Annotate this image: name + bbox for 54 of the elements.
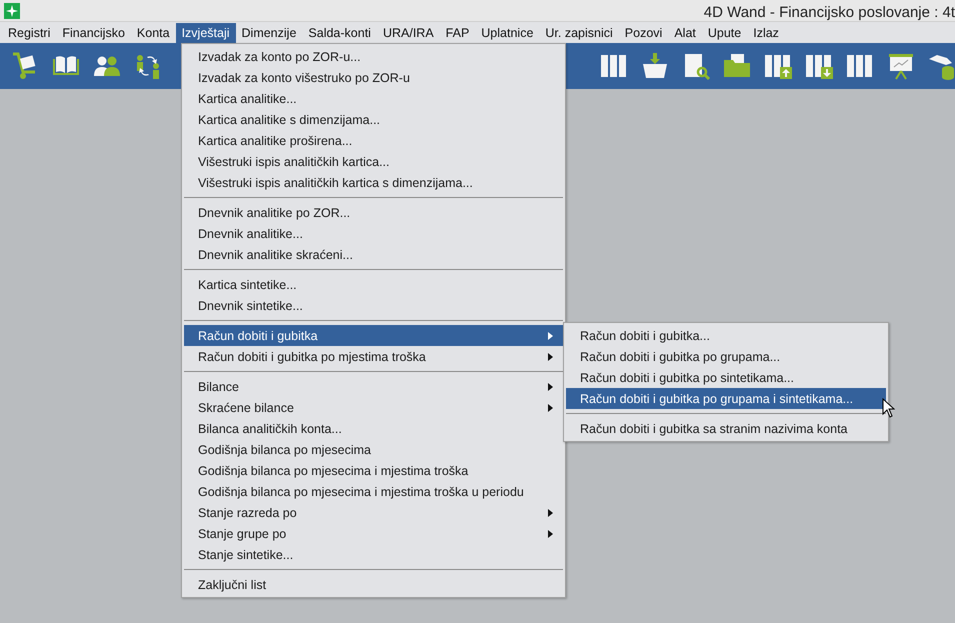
mouse-pointer-icon bbox=[882, 398, 895, 418]
menu-bar-item[interactable]: Financijsko bbox=[56, 22, 131, 42]
menu-item[interactable]: Višestruki ispis analitičkih kartica s dimenzijama... bbox=[184, 172, 563, 193]
menu-item[interactable]: Stanje grupe po bbox=[184, 523, 563, 544]
app-logo-icon bbox=[4, 2, 20, 18]
menu-bar-item[interactable]: Izlaz bbox=[747, 22, 785, 42]
menu-item[interactable]: Račun dobiti i gubitka po grupama... bbox=[566, 346, 886, 367]
submenu-arrow-icon bbox=[548, 530, 553, 538]
menu-item[interactable]: Kartica analitike s dimenzijama... bbox=[184, 109, 563, 130]
menu-bar-item[interactable]: Alat bbox=[668, 22, 702, 42]
menu-item[interactable]: Dnevnik sintetike... bbox=[184, 295, 563, 316]
basket-icon[interactable] bbox=[640, 51, 670, 81]
menu-item[interactable]: Račun dobiti i gubitka bbox=[184, 325, 563, 346]
menu-bar-item[interactable]: Salda-konti bbox=[302, 22, 377, 42]
window-title: 4D Wand - Financijsko poslovanje : 4t bbox=[704, 3, 955, 21]
menu-bar-item[interactable]: Konta bbox=[130, 22, 176, 42]
menu-item[interactable]: Račun dobiti i gubitka po grupama i sintetikama... bbox=[566, 388, 886, 409]
menu-item[interactable]: Bilance bbox=[184, 376, 563, 397]
menu-item[interactable]: Godišnja bilanca po mjesecima bbox=[184, 439, 563, 460]
menu-item[interactable]: Bilanca analitičkih konta... bbox=[184, 418, 563, 439]
menu-item[interactable]: Skraćene bilance bbox=[184, 397, 563, 418]
menu-bar-item[interactable]: FAP bbox=[440, 22, 476, 42]
menu-item[interactable]: Izvadak za konto po ZOR-u... bbox=[184, 46, 563, 67]
menu-bar-item[interactable]: Pozovi bbox=[618, 22, 668, 42]
menu-item[interactable]: Stanje razreda po bbox=[184, 502, 563, 523]
menu-item[interactable]: Godišnja bilanca po mjesecima i mjestima troška u periodu bbox=[184, 481, 563, 502]
menu-item[interactable]: Višestruki ispis analitičkih kartica... bbox=[184, 151, 563, 172]
submenu-arrow-icon bbox=[548, 404, 553, 412]
menu-item[interactable]: Godišnja bilanca po mjesecima i mjestima troška bbox=[184, 460, 563, 481]
menu-item[interactable]: Izvadak za konto višestruko po ZOR-u bbox=[184, 67, 563, 88]
menu-bar-item[interactable]: Upute bbox=[702, 22, 748, 42]
menu-item[interactable]: Dnevnik analitike... bbox=[184, 223, 563, 244]
menu-item[interactable]: Račun dobiti i gubitka po sintetikama... bbox=[566, 367, 886, 388]
menu-bar-item[interactable]: Izvještaji bbox=[176, 22, 236, 42]
submenu-arrow-icon bbox=[548, 382, 553, 390]
submenu-arrow-icon bbox=[548, 508, 553, 516]
menu-item[interactable]: Kartica sintetike... bbox=[184, 274, 563, 295]
menu-item[interactable]: Dnevnik analitike po ZOR... bbox=[184, 202, 563, 223]
menu-bar-item[interactable]: Registri bbox=[2, 22, 56, 42]
menu-item[interactable]: Stanje sintetike... bbox=[184, 544, 563, 565]
chart-board-icon[interactable] bbox=[886, 51, 916, 81]
menu-bar-item[interactable]: URA/IRA bbox=[376, 22, 440, 42]
submenu-arrow-icon bbox=[548, 352, 553, 360]
menu-item[interactable]: Kartica analitike proširena... bbox=[184, 130, 563, 151]
menu-item[interactable]: Račun dobiti i gubitka... bbox=[566, 325, 886, 346]
menu-bar-item[interactable]: Uplatnice bbox=[475, 22, 540, 42]
menu-bar-item[interactable]: Dimenzije bbox=[236, 22, 302, 42]
menu-bar-item[interactable]: Ur. zapisnici bbox=[539, 22, 619, 42]
menu-item[interactable]: Zaključni list bbox=[184, 574, 563, 595]
menu-item[interactable]: Dnevnik analitike skraćeni... bbox=[184, 244, 563, 265]
menu-item[interactable]: Kartica analitike... bbox=[184, 88, 563, 109]
submenu-arrow-icon bbox=[548, 332, 553, 340]
menu-item[interactable]: Račun dobiti i gubitka po mjestima troška bbox=[184, 346, 563, 367]
menu-item[interactable]: Račun dobiti i gubitka sa stranim nazivima konta bbox=[566, 418, 886, 439]
